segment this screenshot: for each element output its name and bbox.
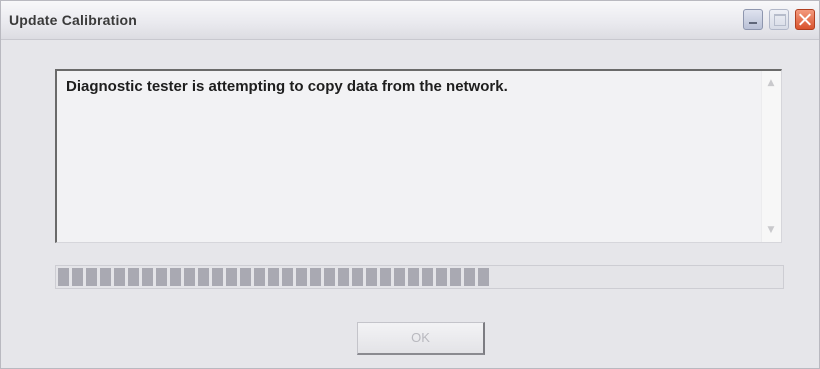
vertical-scrollbar[interactable]: ▲ ▼ [761,71,781,242]
window-title: Update Calibration [9,12,138,28]
title-bar[interactable]: Update Calibration [1,1,819,40]
scroll-up-icon[interactable]: ▲ [765,77,777,89]
status-message: Diagnostic tester is attempting to copy … [66,78,508,95]
maximize-icon [769,9,789,30]
ok-button[interactable]: OK [357,322,485,355]
scroll-down-icon[interactable]: ▼ [765,224,777,236]
close-icon[interactable] [795,9,815,30]
update-calibration-window: Update Calibration Diagnostic tester is … [0,0,820,369]
minimize-icon[interactable] [743,9,763,30]
progress-bar [55,265,784,289]
message-text-area[interactable]: Diagnostic tester is attempting to copy … [55,69,782,243]
progress-fill [58,268,492,286]
